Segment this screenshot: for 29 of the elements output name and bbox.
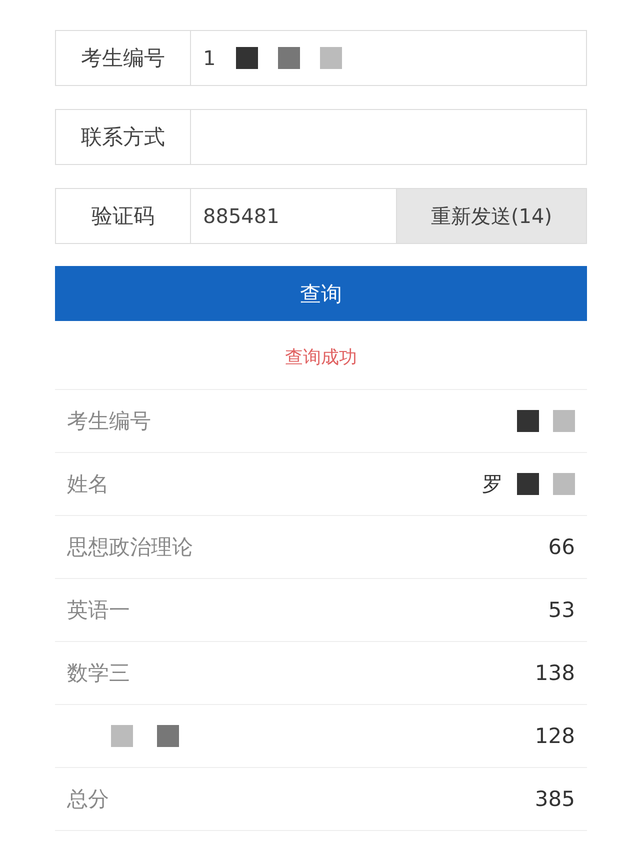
mosaic-block: [553, 410, 575, 432]
mosaic-block: [111, 725, 133, 747]
result-label: 考生编号: [67, 408, 151, 435]
result-value: 罗: [482, 471, 503, 498]
field-label: 考生编号: [56, 31, 191, 85]
result-value: 138: [534, 661, 575, 685]
mosaic-block: [517, 473, 539, 495]
mosaic-block: [517, 410, 539, 432]
mosaic-block: [553, 473, 575, 495]
result-label: 总分: [67, 786, 109, 813]
mosaic-block: [236, 47, 258, 69]
status-message: 查询成功: [285, 346, 357, 369]
result-value: 66: [548, 535, 575, 559]
result-value: 385: [534, 787, 575, 811]
result-label: 姓名: [67, 471, 109, 498]
query-button[interactable]: 查询: [55, 266, 587, 321]
mosaic-block: [278, 47, 300, 69]
result-label: 思想政治理论: [67, 534, 193, 561]
result-label: 英语一: [67, 597, 130, 624]
result-label: 数学三: [67, 660, 130, 687]
result-value: 128: [534, 724, 575, 748]
input-field[interactable]: 1: [191, 31, 586, 85]
input-field[interactable]: 885481: [191, 189, 396, 243]
field-label: 联系方式: [56, 110, 191, 164]
mosaic-block: [320, 47, 342, 69]
resend-button[interactable]: 重新发送(14): [396, 189, 586, 243]
mosaic-block: [157, 725, 179, 747]
field-label: 验证码: [56, 189, 191, 243]
result-value: 53: [548, 598, 575, 622]
